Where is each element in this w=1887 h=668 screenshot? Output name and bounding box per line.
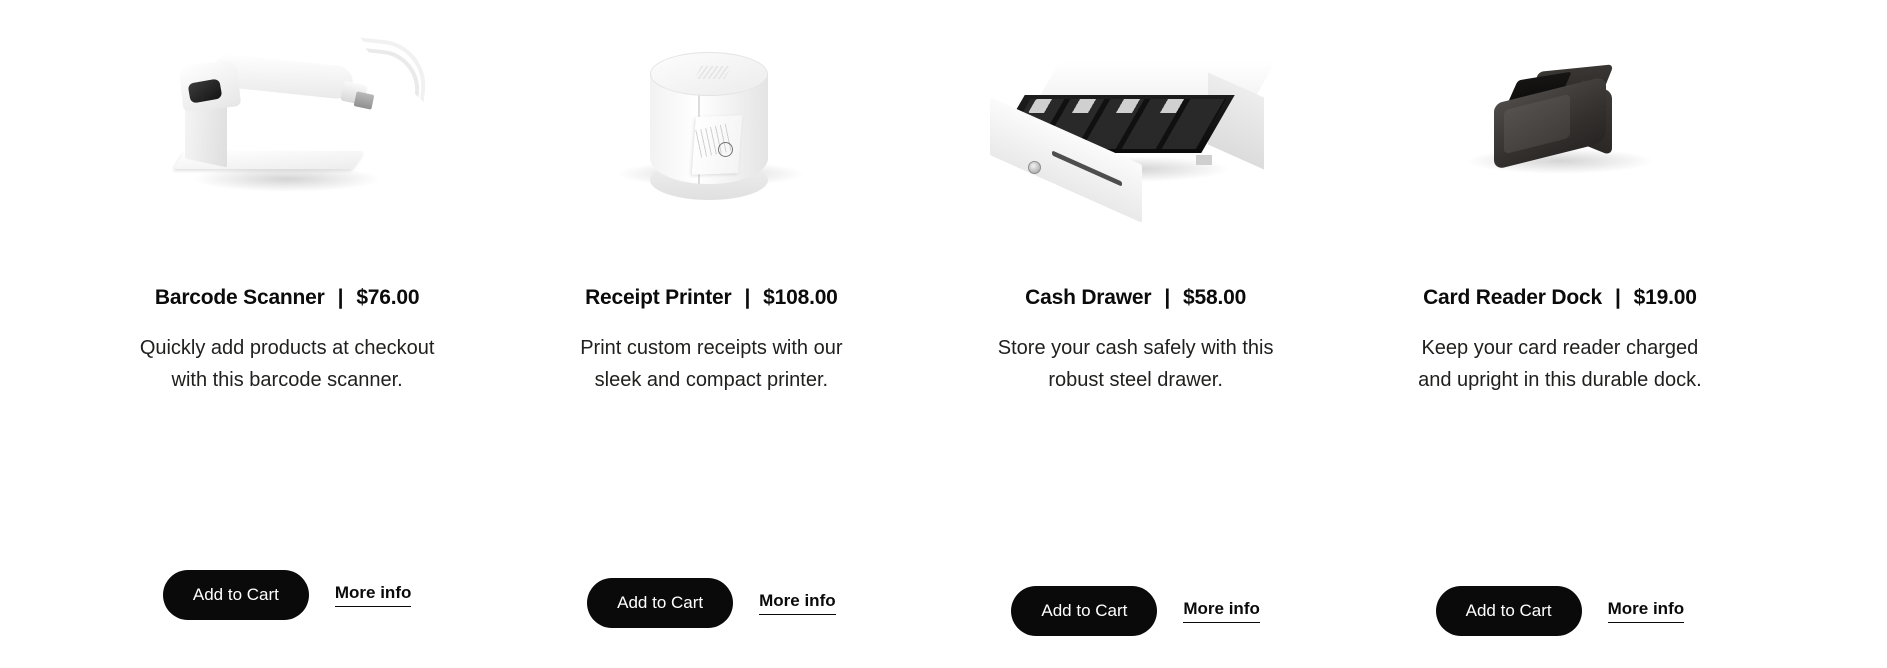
product-price: $19.00 (1633, 286, 1697, 309)
product-title-row: Receipt Printer | $108.00 (585, 286, 838, 310)
title-price-separator: | (1164, 286, 1171, 309)
product-price: $58.00 (1183, 286, 1247, 309)
product-card-cash-drawer: Cash Drawer | $58.00 Store your cash saf… (944, 0, 1368, 668)
product-name: Receipt Printer (585, 286, 732, 309)
product-name: Barcode Scanner (154, 286, 325, 309)
title-price-separator: | (337, 286, 344, 309)
more-info-link[interactable]: More info (1607, 599, 1685, 623)
product-card-card-reader-dock: Card Reader Dock | $19.00 Keep your card… (1368, 0, 1792, 668)
barcode-scanner-image (95, 0, 479, 250)
product-price: $76.00 (356, 286, 420, 309)
add-to-cart-button[interactable]: Add to Cart (587, 578, 734, 628)
drawer-lock-icon (1027, 160, 1041, 174)
product-grid: Barcode Scanner | $76.00 Quickly add pro… (0, 0, 1887, 668)
card-reader-dock-image (1368, 0, 1752, 250)
product-description: Print custom receipts with our sleek and… (580, 337, 843, 391)
drawer-bill-clips (1027, 98, 1206, 113)
more-info-link[interactable]: More info (1183, 599, 1260, 623)
receipt-stamp (718, 141, 734, 157)
product-title-row: Cash Drawer | $58.00 (1025, 286, 1246, 310)
product-cta-row: Add to Cart More info (1435, 586, 1685, 636)
more-info-link[interactable]: More info (334, 583, 412, 607)
product-price: $108.00 (763, 286, 838, 309)
receipt-printer-image (519, 0, 903, 250)
product-card-receipt-printer: Receipt Printer | $108.00 Print custom r… (519, 0, 943, 668)
scanner-usb-plug (353, 90, 375, 110)
add-to-cart-button[interactable]: Add to Cart (162, 570, 309, 620)
add-to-cart-button[interactable]: Add to Cart (1011, 586, 1158, 636)
product-description: Keep your card reader charged and uprigh… (1418, 337, 1702, 391)
product-shadow (192, 165, 383, 192)
product-cta-row: Add to Cart More info (587, 578, 836, 628)
product-name: Card Reader Dock (1423, 286, 1602, 309)
product-name: Cash Drawer (1025, 286, 1152, 309)
title-price-separator: | (744, 286, 751, 309)
add-to-cart-button[interactable]: Add to Cart (1435, 586, 1582, 636)
more-info-link[interactable]: More info (759, 591, 836, 615)
product-description: Quickly add products at checkout with th… (139, 337, 435, 391)
drawer-foot (1195, 154, 1212, 165)
product-title-row: Card Reader Dock | $19.00 (1423, 286, 1697, 310)
product-cta-row: Add to Cart More info (1011, 586, 1260, 636)
product-description: Store your cash safely with this robust … (997, 337, 1274, 391)
product-title-row: Barcode Scanner | $76.00 (154, 286, 420, 310)
cash-drawer-image (944, 0, 1328, 250)
product-card-barcode-scanner: Barcode Scanner | $76.00 Quickly add pro… (95, 0, 519, 668)
title-price-separator: | (1614, 286, 1621, 309)
product-cta-row: Add to Cart More info (162, 570, 412, 620)
